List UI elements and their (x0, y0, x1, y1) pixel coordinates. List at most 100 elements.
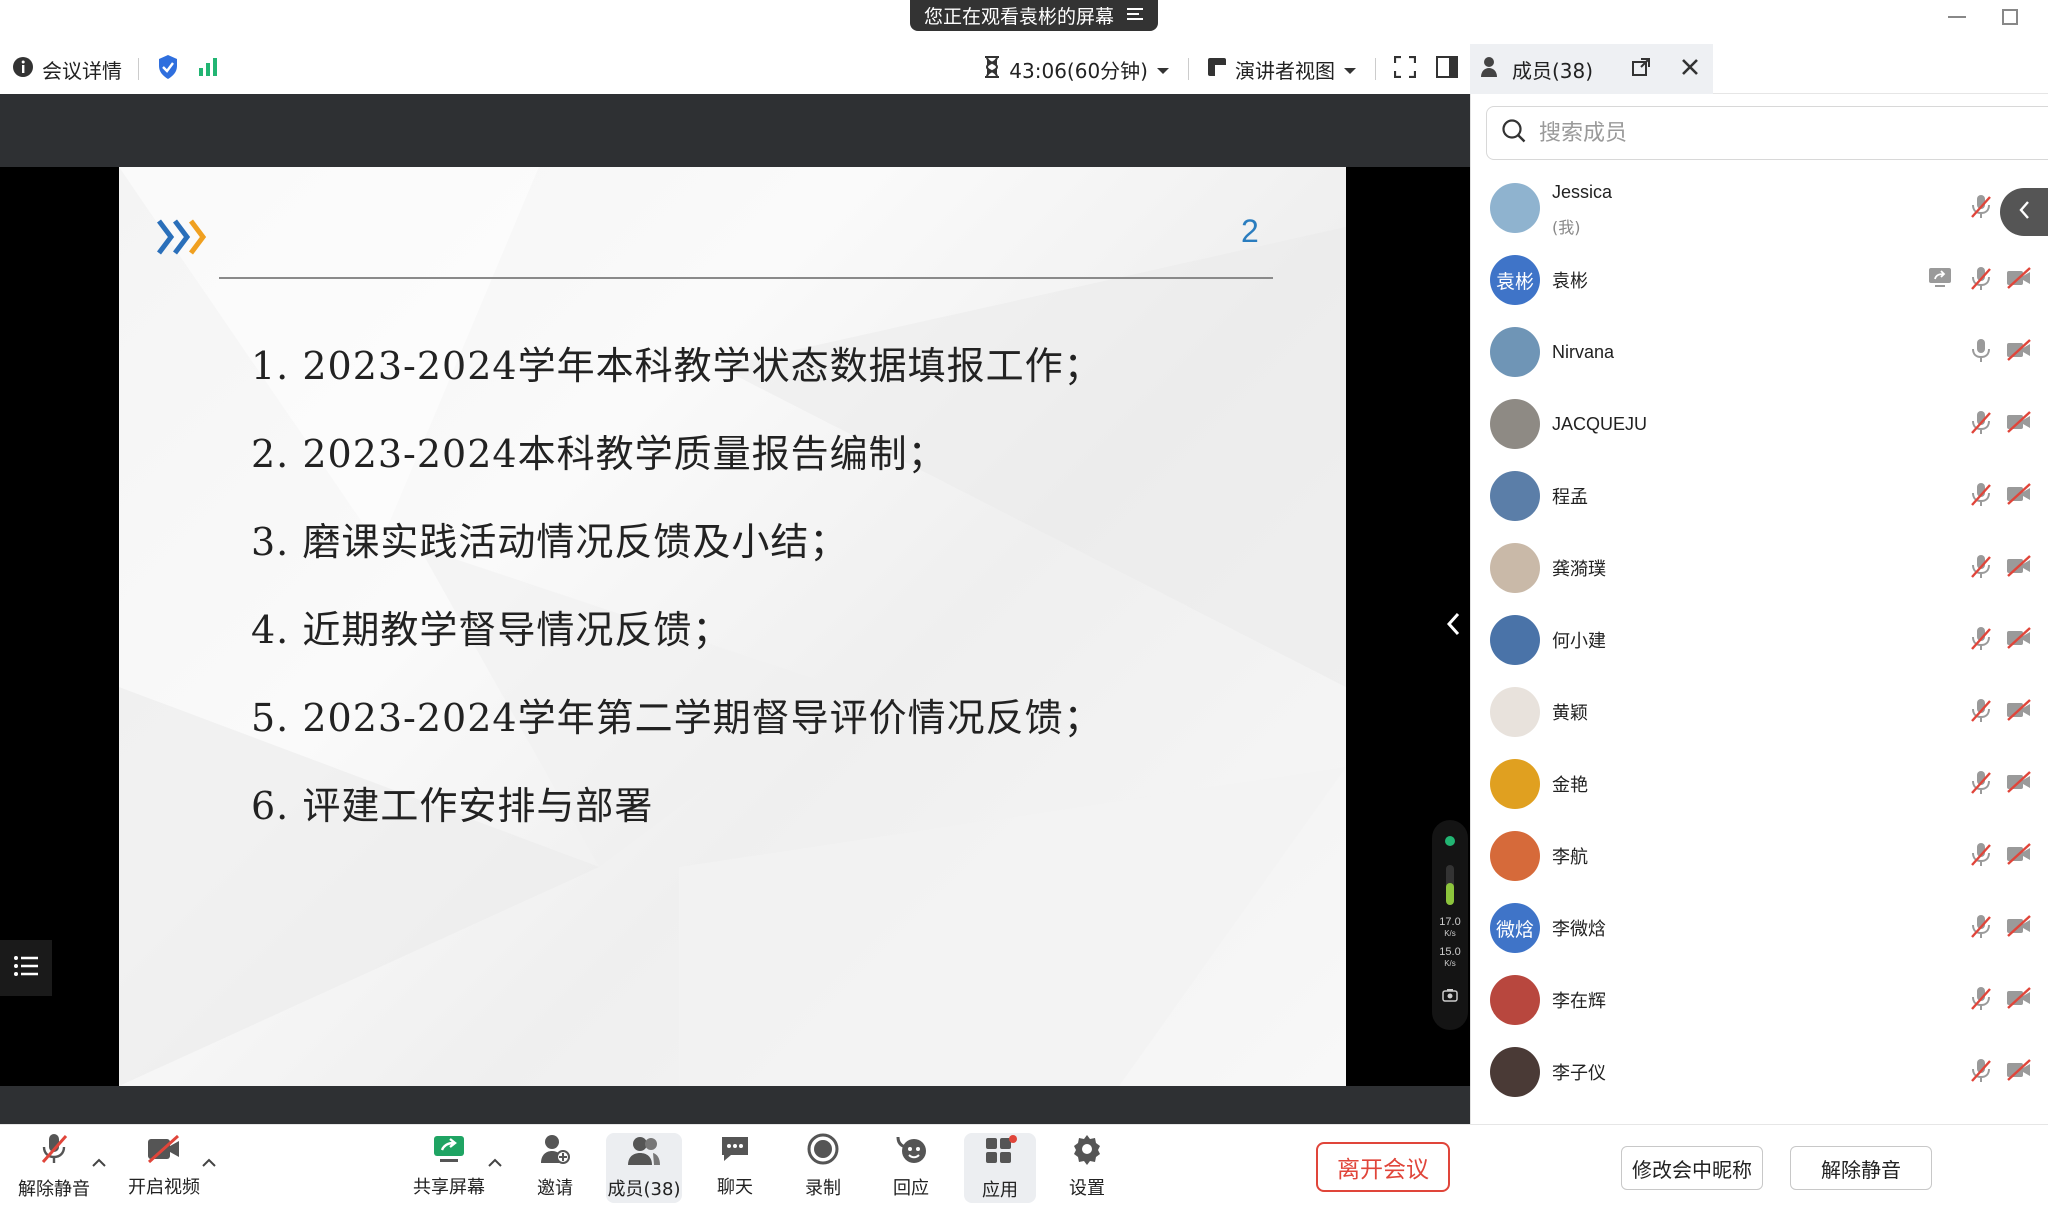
collapse-panel-button[interactable] (1438, 598, 1468, 654)
member-row[interactable]: 李在辉 (1470, 964, 2048, 1036)
security-shield-icon[interactable] (157, 54, 179, 84)
member-row[interactable]: Jessica (我) (1470, 172, 2048, 244)
mic-muted-icon[interactable] (1970, 626, 1992, 656)
meeting-info-button[interactable]: 会议详情 (12, 55, 122, 84)
chevron-up-icon[interactable] (488, 1153, 502, 1172)
leave-meeting-button[interactable]: 离开会议 (1316, 1142, 1450, 1192)
member-row[interactable]: Nirvana (1470, 316, 2048, 388)
invite-button[interactable]: 邀请 (520, 1125, 590, 1207)
video-off-icon[interactable] (2006, 698, 2032, 726)
chevron-left-icon (2018, 200, 2030, 224)
mic-muted-icon[interactable] (1970, 770, 1992, 800)
apps-button[interactable]: 应用 (964, 1133, 1036, 1203)
mic-muted-icon[interactable] (1970, 914, 1992, 944)
mic-muted-icon[interactable] (1970, 1058, 1992, 1088)
popout-icon[interactable] (1631, 57, 1651, 82)
share-screen-icon (432, 1134, 466, 1169)
member-name: 程孟 (1552, 487, 1588, 507)
maximize-button[interactable] (1993, 4, 2027, 30)
search-icon (1501, 118, 1527, 148)
start-video-label: 开启视频 (128, 1176, 200, 1198)
mic-muted-icon[interactable] (1970, 194, 1992, 224)
video-off-icon[interactable] (2006, 266, 2032, 294)
start-video-button[interactable]: 开启视频 (124, 1125, 204, 1207)
member-row[interactable]: 李航 (1470, 820, 2048, 892)
screen-share-banner[interactable]: 您正在观看袁彬的屏幕 (910, 0, 1159, 31)
members-panel-tab[interactable]: 成员(38) (1470, 44, 1713, 94)
video-off-icon[interactable] (2006, 554, 2032, 582)
download-rate-value: 15.0 (1439, 946, 1461, 958)
member-name: 何小建 (1552, 631, 1606, 651)
members-button[interactable]: 成员(38) (606, 1133, 682, 1203)
video-off-icon[interactable] (2006, 482, 2032, 510)
video-off-icon[interactable] (2006, 1058, 2032, 1086)
reply-button[interactable]: 回应 (876, 1125, 946, 1207)
member-name: 李子仪 (1552, 1063, 1606, 1083)
member-row[interactable]: 李子仪 (1470, 1036, 2048, 1108)
mic-muted-icon[interactable] (1970, 842, 1992, 872)
member-row[interactable]: 何小建 (1470, 604, 2048, 676)
meeting-control-bar: 解除静音 开启视频 共享屏幕 邀请 成员(38) 聊天 录制 回应 应用 设置 (0, 1124, 1470, 1206)
video-off-icon[interactable] (2006, 410, 2032, 438)
signal-strength-icon[interactable] (197, 56, 219, 82)
video-off-icon[interactable] (2006, 338, 2032, 366)
members-label: 成员(38) (607, 1178, 681, 1200)
video-off-icon[interactable] (2006, 626, 2032, 654)
side-collapse-tab[interactable] (2000, 188, 2048, 236)
record-label: 录制 (805, 1177, 841, 1199)
settings-button[interactable]: 设置 (1052, 1125, 1122, 1207)
timer-text: 43:06(60分钟) (1009, 58, 1148, 83)
avatar (1490, 327, 1540, 377)
video-off-icon[interactable] (2006, 770, 2032, 798)
meeting-info-label: 会议详情 (42, 58, 122, 83)
chevron-up-icon[interactable] (202, 1153, 216, 1172)
video-off-icon[interactable] (2006, 986, 2032, 1014)
fullscreen-icon[interactable] (1393, 55, 1417, 82)
mic-muted-icon[interactable] (1970, 482, 1992, 512)
slide-agenda-item: 3. 磨课实践活动情况反馈及小结； (251, 520, 849, 564)
member-name: 龚漪璞 (1552, 559, 1606, 579)
mic-muted-icon[interactable] (1970, 554, 1992, 584)
member-row[interactable]: 黄颖 (1470, 676, 2048, 748)
member-row[interactable]: 袁彬 袁彬 (1470, 244, 2048, 316)
video-off-icon[interactable] (2006, 842, 2032, 870)
mic-muted-icon[interactable] (1970, 410, 1992, 440)
stage-top-band (0, 94, 1470, 167)
mic-icon[interactable] (1970, 338, 1992, 368)
chevron-up-icon[interactable] (92, 1153, 106, 1172)
member-name: 黄颖 (1552, 703, 1588, 723)
member-row[interactable]: 程孟 (1470, 460, 2048, 532)
download-rate-unit: K/s (1444, 959, 1456, 968)
minimize-button[interactable] (1940, 4, 1974, 30)
side-panel-toggle-icon[interactable] (1436, 56, 1458, 82)
layout-icon (1207, 57, 1227, 82)
member-row[interactable]: 金艳 (1470, 748, 2048, 820)
audio-level-icon (1444, 865, 1456, 909)
video-off-icon[interactable] (2006, 914, 2032, 942)
mic-muted-icon[interactable] (1970, 986, 1992, 1016)
download-rate: 15.0 K/s (1439, 947, 1460, 969)
member-row[interactable]: JACQUEJU (1470, 388, 2048, 460)
record-icon (807, 1133, 839, 1170)
meeting-timer[interactable]: 43:06(60分钟) (983, 55, 1170, 84)
share-screen-button[interactable]: 共享屏幕 (408, 1125, 490, 1207)
view-mode-dropdown[interactable]: 演讲者视图 (1207, 55, 1357, 84)
record-button[interactable]: 录制 (788, 1125, 858, 1207)
mic-muted-icon (39, 1132, 69, 1171)
member-name: 李微焓 (1552, 919, 1606, 939)
chat-button[interactable]: 聊天 (700, 1125, 770, 1207)
unmute-all-button[interactable]: 解除静音 (1790, 1146, 1932, 1190)
member-row[interactable]: 龚漪璞 (1470, 532, 2048, 604)
mic-muted-icon[interactable] (1970, 698, 1992, 728)
member-row[interactable]: 微焓 李微焓 (1470, 892, 2048, 964)
share-banner-text: 您正在观看袁彬的屏幕 (924, 6, 1115, 28)
unmute-button[interactable]: 解除静音 (14, 1125, 94, 1207)
avatar (1490, 615, 1540, 665)
rename-in-meeting-button[interactable]: 修改会中昵称 (1621, 1146, 1763, 1190)
search-input[interactable] (1539, 120, 1939, 146)
camera-snapshot-icon[interactable] (1442, 987, 1458, 1006)
member-search-field[interactable] (1486, 106, 2048, 160)
close-icon[interactable] (1681, 57, 1699, 81)
outline-menu-button[interactable] (0, 940, 52, 996)
mic-muted-icon[interactable] (1970, 266, 1992, 296)
